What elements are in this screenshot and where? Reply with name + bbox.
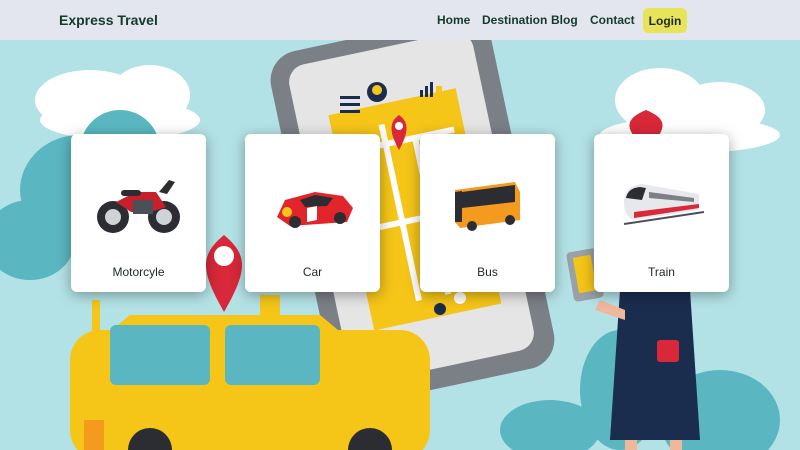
navbar: Express Travel Home Destination Blog Con… bbox=[0, 0, 800, 40]
card-label: Motorcyle bbox=[112, 265, 165, 279]
bus-icon bbox=[455, 182, 520, 231]
nav-link-home[interactable]: Home bbox=[437, 13, 470, 27]
card-label: Bus bbox=[477, 265, 498, 279]
transport-card-motorcycle[interactable]: Motorcyle bbox=[71, 134, 206, 292]
map-pin-left bbox=[206, 235, 242, 312]
nav-link-destination[interactable]: Destination bbox=[482, 13, 547, 27]
transport-card-bus[interactable]: Bus bbox=[420, 134, 555, 292]
transport-card-train[interactable]: Train bbox=[594, 134, 729, 292]
login-button[interactable]: Login bbox=[643, 8, 687, 33]
transport-card-car[interactable]: Car bbox=[245, 134, 380, 292]
nav-link-blog[interactable]: Blog bbox=[551, 13, 578, 27]
motorcycle-icon bbox=[97, 180, 180, 233]
card-label: Car bbox=[302, 265, 323, 279]
nav-link-contact[interactable]: Contact bbox=[590, 13, 635, 27]
car-icon bbox=[277, 192, 353, 228]
train-icon bbox=[623, 184, 705, 225]
brand-logo-text[interactable]: Express Travel bbox=[59, 12, 158, 28]
card-label: Train bbox=[648, 265, 675, 279]
